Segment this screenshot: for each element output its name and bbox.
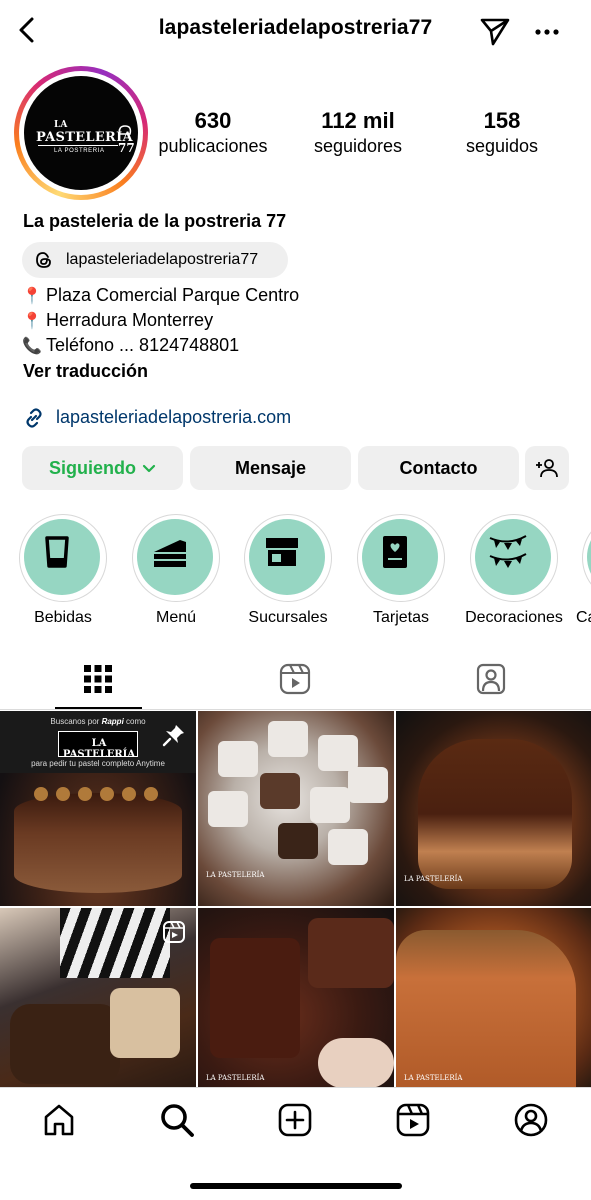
pinned-icon xyxy=(162,725,184,747)
post-tile[interactable] xyxy=(0,908,196,1087)
see-translation-link[interactable]: Ver traducción xyxy=(23,361,148,382)
avatar[interactable]: LA PASTELERÍA LA POSTRERIA 77 xyxy=(14,66,148,200)
threads-badge[interactable]: lapasteleriadelapostreria77 xyxy=(22,242,288,278)
stat-following-value: 158 xyxy=(483,108,521,133)
contact-button[interactable]: Contacto xyxy=(358,446,519,490)
watermark: LA PASTELERÍA xyxy=(206,871,265,879)
cake-image xyxy=(14,793,182,893)
profile-tabs xyxy=(0,650,591,710)
watermark: LA PASTELERÍA xyxy=(404,875,463,883)
post-logo: LA PASTELERÍA xyxy=(58,731,138,760)
threads-handle: lapasteleriadelapostreria77 xyxy=(66,251,259,268)
bio-text-2: Herradura Monterrey xyxy=(46,310,214,330)
reels-icon xyxy=(163,921,185,943)
post-tile[interactable]: LA PASTELERÍA xyxy=(198,711,394,906)
add-person-button[interactable] xyxy=(525,446,569,490)
highlight-label: Bebidas xyxy=(34,609,92,626)
post-tile[interactable]: Buscanos por Rappi como LA PASTELERÍA pa… xyxy=(0,711,196,906)
website-url: lapasteleriadelapostreria.com xyxy=(56,407,292,427)
link-icon xyxy=(26,408,42,428)
plus-square-icon[interactable] xyxy=(277,1102,313,1138)
tagged-icon[interactable] xyxy=(474,662,508,696)
display-name: La pasteleria de la postreria 77 xyxy=(23,211,287,231)
paper-plane-icon[interactable] xyxy=(478,14,512,48)
search-icon[interactable] xyxy=(159,1102,195,1138)
watermark: LA PASTELERÍA xyxy=(206,1074,265,1082)
highlight-label: Ca xyxy=(576,609,591,626)
bio-text-1: Plaza Comercial Parque Centro xyxy=(46,285,300,305)
home-indicator xyxy=(190,1183,402,1189)
post-caption-bottom: para pedir tu pastel completo Anytime xyxy=(31,759,165,768)
svg-text:77: 77 xyxy=(118,141,134,155)
bunting-icon xyxy=(489,535,527,568)
stat-followers[interactable]: 112 mil seguidores xyxy=(288,108,428,157)
stat-posts-label: publicaciones xyxy=(158,136,268,156)
message-button[interactable]: Mensaje xyxy=(190,446,351,490)
stat-following[interactable]: 158 seguidos xyxy=(432,108,572,157)
reels-icon[interactable] xyxy=(395,1102,431,1138)
watermark: LA PASTELERÍA xyxy=(404,1074,463,1082)
reels-icon[interactable] xyxy=(278,662,312,696)
glass-icon xyxy=(45,536,69,568)
more-horizontal-icon[interactable] xyxy=(533,20,561,44)
stat-followers-label: seguidores xyxy=(313,136,403,156)
stat-posts-value: 630 xyxy=(194,108,232,133)
profile-icon[interactable] xyxy=(513,1102,549,1138)
chevron-down-icon xyxy=(142,465,156,473)
add-person-icon xyxy=(536,459,558,478)
threads-icon xyxy=(36,252,51,268)
post-tile[interactable]: LA PASTELERÍA xyxy=(396,908,591,1087)
bio-line-1: 📍 Plaza Comercial Parque Centro xyxy=(22,285,299,306)
avatar-logo: LA PASTELERÍA LA POSTRERIA 77 xyxy=(24,76,138,190)
pin-icon: 📍 xyxy=(22,288,42,305)
card-heart-icon xyxy=(383,536,407,568)
stat-following-label: seguidos xyxy=(465,136,539,156)
highlight-label: Menú xyxy=(155,609,197,626)
chef-hat-icon: 77 xyxy=(118,125,134,155)
top-bar: lapasteleriadelapostreria77 xyxy=(0,0,591,62)
store-icon xyxy=(266,538,298,566)
post-tile[interactable]: LA PASTELERÍA xyxy=(198,908,394,1087)
home-icon[interactable] xyxy=(41,1102,77,1138)
following-label: Siguiendo xyxy=(49,458,136,478)
grid-icon[interactable] xyxy=(81,662,115,696)
cake-image xyxy=(418,739,572,889)
pin-icon: 📍 xyxy=(22,313,42,330)
bio-text-3: Teléfono ... 8124748801 xyxy=(46,335,240,355)
phone-icon: 📞 xyxy=(22,338,42,355)
posts-grid: Buscanos por Rappi como LA PASTELERÍA pa… xyxy=(0,711,591,1087)
following-button[interactable]: Siguiendo xyxy=(22,446,183,490)
post-tile[interactable]: LA PASTELERÍA xyxy=(396,711,591,906)
stat-posts[interactable]: 630 publicaciones xyxy=(143,108,283,157)
highlight-label: Sucursales xyxy=(248,609,328,626)
stat-followers-value: 112 mil xyxy=(321,108,395,133)
cake-slice-icon xyxy=(154,540,186,567)
highlight-label: Tarjetas xyxy=(372,609,430,626)
bio-line-3: 📞 Teléfono ... 8124748801 xyxy=(22,335,239,356)
highlight-label: Decoraciones xyxy=(465,609,563,626)
bio-line-2: 📍 Herradura Monterrey xyxy=(22,310,213,331)
